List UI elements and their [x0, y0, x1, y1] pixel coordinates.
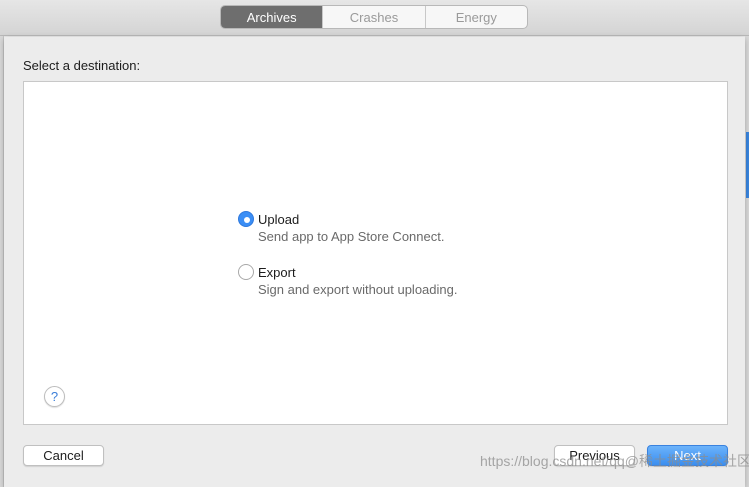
option-export-row[interactable]: Export: [238, 263, 457, 281]
option-upload[interactable]: Upload Send app to App Store Connect.: [238, 210, 444, 244]
option-upload-row[interactable]: Upload: [238, 210, 444, 228]
option-export[interactable]: Export Sign and export without uploading…: [238, 263, 457, 297]
radio-icon[interactable]: [238, 264, 254, 280]
option-upload-label[interactable]: Upload: [258, 212, 299, 227]
option-export-label[interactable]: Export: [258, 265, 296, 280]
help-icon[interactable]: ?: [44, 386, 65, 407]
cancel-button[interactable]: Cancel: [23, 445, 104, 466]
sheet-heading: Select a destination:: [23, 58, 141, 73]
window-toolbar: Archives Crashes Energy: [0, 0, 749, 36]
organizer-tab-control: Archives Crashes Energy: [220, 5, 528, 29]
radio-icon[interactable]: [238, 211, 254, 227]
destination-panel: Upload Send app to App Store Connect. Ex…: [23, 81, 728, 425]
tab-archives[interactable]: Archives: [221, 6, 323, 28]
tab-energy[interactable]: Energy: [424, 6, 527, 28]
tab-crashes[interactable]: Crashes: [322, 6, 424, 28]
background-window-right: [745, 36, 749, 487]
option-export-description: Sign and export without uploading.: [258, 282, 458, 297]
distribution-sheet: Select a destination: Upload Send app to…: [4, 37, 745, 487]
watermark: https://blog.csdn.net/qq@稀土掘金技术社区: [480, 453, 749, 469]
option-upload-description: Send app to App Store Connect.: [258, 229, 445, 244]
